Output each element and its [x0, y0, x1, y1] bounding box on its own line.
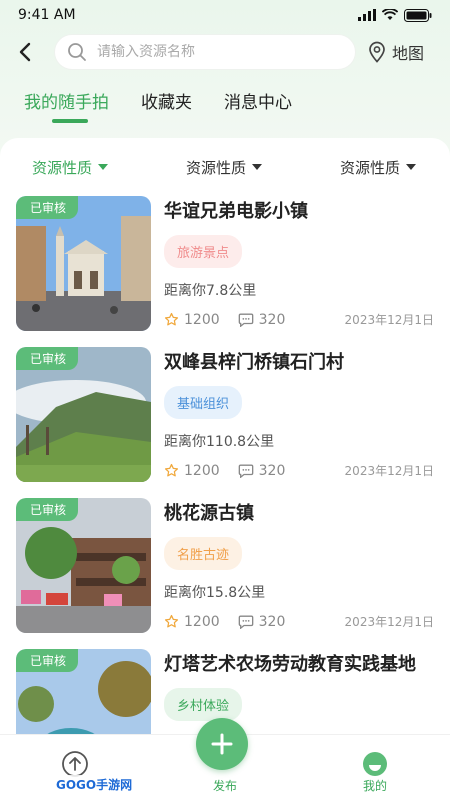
- star-count-value: 1200: [184, 613, 220, 630]
- signal-icon: [358, 9, 376, 21]
- back-button[interactable]: [14, 37, 36, 67]
- comment-count-value: 320: [258, 462, 286, 479]
- post-date: 2023年12月1日: [344, 615, 434, 629]
- watermark-logo: GOGO手游网: [52, 775, 137, 794]
- search-input[interactable]: [97, 44, 327, 60]
- search-box[interactable]: [54, 34, 356, 70]
- location-pin-icon: [369, 41, 385, 63]
- comment-count[interactable]: 320: [238, 311, 286, 328]
- card-info: 桃花源古镇 名胜古迹 距离你15.8公里 1200 320 2023年12月1日: [164, 498, 434, 649]
- filter-label: 资源性质: [339, 158, 400, 177]
- nav-label: 我的: [362, 779, 387, 793]
- review-status-badge: 已审核: [16, 196, 79, 219]
- post-date: 2023年12月1日: [344, 464, 434, 478]
- filter-label: 资源性质: [32, 158, 93, 177]
- comment-count[interactable]: 320: [238, 462, 286, 479]
- filter-label: 资源性质: [185, 158, 246, 177]
- list-item[interactable]: 已审核 华谊兄弟电影小镇 旅游景点 距离你7.8公里 1200 320 2023…: [16, 196, 434, 347]
- caret-down-icon: [405, 164, 416, 170]
- comment-count-value: 320: [258, 311, 286, 328]
- wifi-icon: [382, 9, 398, 20]
- nav-label: 发布: [212, 779, 237, 793]
- distance-text: 距离你15.8公里: [164, 585, 266, 601]
- star-icon: [164, 614, 179, 628]
- filter-bar: 资源性质 资源性质 资源性质: [0, 138, 450, 196]
- card-meta: 1200 320 2023年12月1日: [164, 462, 434, 479]
- resource-title: 华谊兄弟电影小镇: [164, 201, 308, 222]
- search-icon: [68, 43, 86, 61]
- tab-bar: 我的随手拍 收藏夹 消息中心: [0, 74, 450, 130]
- star-icon: [164, 312, 179, 326]
- star-count-value: 1200: [184, 311, 220, 328]
- star-count[interactable]: 1200: [164, 463, 220, 479]
- map-button[interactable]: 地图: [368, 40, 424, 64]
- comment-icon: [238, 615, 253, 629]
- category-tag: 旅游景点: [164, 235, 243, 268]
- review-status-badge: 已审核: [16, 649, 79, 672]
- map-label: 地图: [392, 44, 425, 63]
- star-icon: [164, 463, 179, 477]
- filter-resource-type-1[interactable]: 资源性质: [32, 157, 109, 178]
- top-bar: 地图: [0, 30, 450, 74]
- status-icons: [358, 8, 432, 22]
- review-status-badge: 已审核: [16, 347, 79, 370]
- comment-icon: [238, 313, 253, 327]
- battery-icon: [404, 8, 432, 22]
- star-count-value: 1200: [184, 462, 220, 479]
- resource-thumbnail[interactable]: 已审核: [16, 498, 151, 633]
- comment-count[interactable]: 320: [238, 613, 286, 630]
- tab-favorites[interactable]: 收藏夹: [141, 88, 192, 113]
- resource-thumbnail[interactable]: 已审核: [16, 347, 151, 482]
- star-count[interactable]: 1200: [164, 614, 220, 630]
- list-item[interactable]: 已审核 双峰县梓门桥镇石门村 基础组织 距离你110.8公里 1200 320 …: [16, 347, 434, 498]
- card-info: 双峰县梓门桥镇石门村 基础组织 距离你110.8公里 1200 320 2023…: [164, 347, 434, 498]
- nav-profile[interactable]: 我的: [335, 751, 415, 794]
- card-info: 华谊兄弟电影小镇 旅游景点 距离你7.8公里 1200 320 2023年12月…: [164, 196, 434, 347]
- card-meta: 1200 320 2023年12月1日: [164, 311, 434, 328]
- chevron-left-icon: [19, 42, 31, 62]
- category-tag: 乡村体验: [164, 688, 243, 721]
- resource-list: 已审核 华谊兄弟电影小镇 旅游景点 距离你7.8公里 1200 320 2023…: [0, 196, 450, 800]
- tab-messages[interactable]: 消息中心: [224, 88, 292, 113]
- distance-text: 距离你110.8公里: [164, 434, 275, 450]
- caret-down-icon: [252, 164, 262, 170]
- upload-icon: [62, 751, 88, 777]
- category-tag: 基础组织: [164, 386, 243, 419]
- filter-resource-type-3[interactable]: 资源性质: [340, 157, 416, 178]
- resource-title: 桃花源古镇: [164, 503, 254, 524]
- status-time: 9:41 AM: [18, 7, 76, 23]
- caret-down-icon: [98, 164, 109, 170]
- content-sheet: 资源性质 资源性质 资源性质 已审核 华谊兄弟电影小镇 旅游景点 距离你7.8公…: [0, 138, 450, 800]
- tab-my-snapshots[interactable]: 我的随手拍: [24, 88, 109, 123]
- card-meta: 1200 320 2023年12月1日: [164, 613, 434, 630]
- status-bar: 9:41 AM: [0, 0, 450, 30]
- resource-title: 双峰县梓门桥镇石门村: [164, 352, 344, 373]
- filter-resource-type-2[interactable]: 资源性质: [186, 157, 262, 178]
- category-tag: 名胜古迹: [164, 537, 243, 570]
- publish-button[interactable]: [196, 718, 248, 770]
- resource-title: 灯塔艺术农场劳动教育实践基地: [164, 654, 416, 675]
- resource-thumbnail[interactable]: 已审核: [16, 196, 151, 331]
- profile-icon: [363, 752, 387, 776]
- plus-icon: [211, 733, 233, 755]
- distance-text: 距离你7.8公里: [164, 283, 257, 299]
- comment-count-value: 320: [258, 613, 286, 630]
- list-item[interactable]: 已审核 桃花源古镇 名胜古迹 距离你15.8公里 1200 320 2023年1…: [16, 498, 434, 649]
- comment-icon: [238, 464, 253, 478]
- post-date: 2023年12月1日: [344, 313, 434, 327]
- star-count[interactable]: 1200: [164, 312, 220, 328]
- review-status-badge: 已审核: [16, 498, 79, 521]
